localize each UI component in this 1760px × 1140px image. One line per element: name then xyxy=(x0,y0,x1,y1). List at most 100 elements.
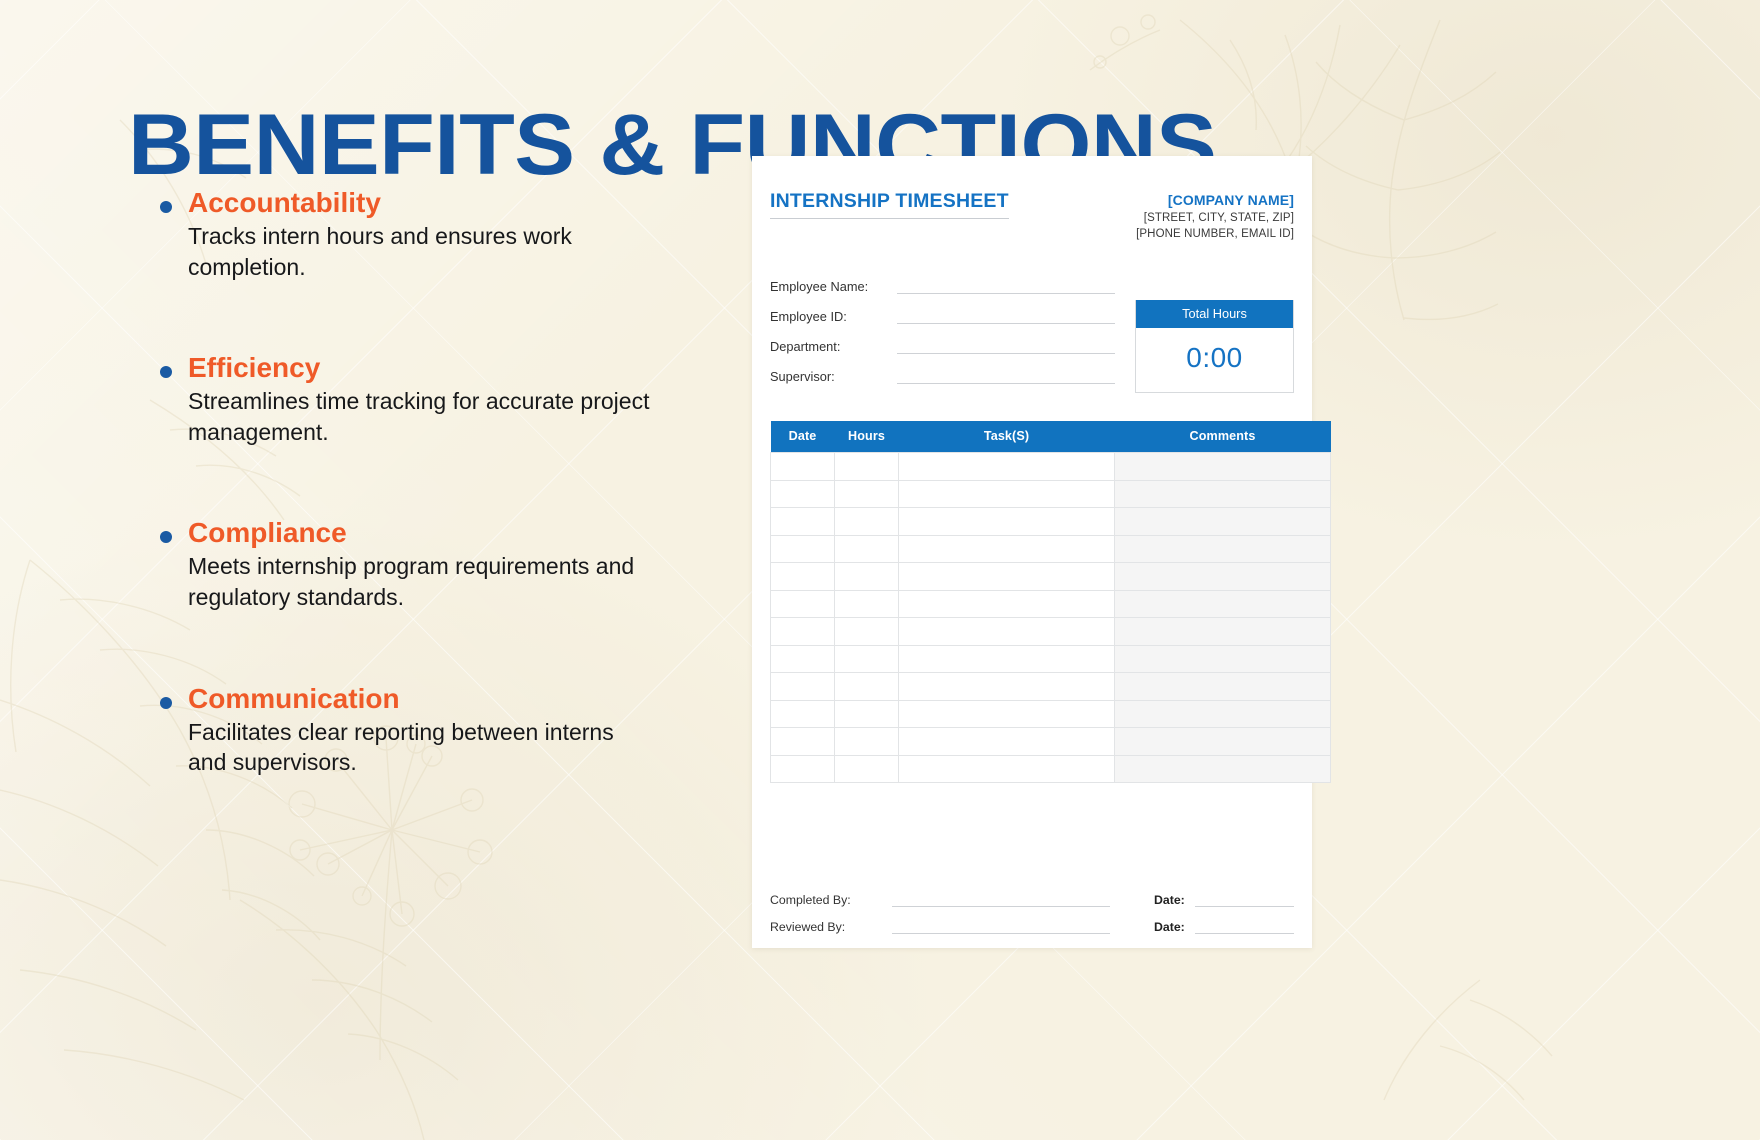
cell-hours[interactable] xyxy=(834,534,899,563)
cell-comments[interactable] xyxy=(1114,562,1331,591)
timesheet-footer: Completed By: Date: Reviewed By: Date: xyxy=(770,892,1294,934)
field-row-employee-name: Employee Name: xyxy=(770,278,1115,294)
employee-id-input[interactable] xyxy=(897,308,1115,324)
cell-task[interactable] xyxy=(898,507,1115,536)
cell-hours[interactable] xyxy=(834,699,899,728)
completed-by-row: Completed By: Date: xyxy=(770,892,1294,907)
field-row-department: Department: xyxy=(770,338,1115,354)
cell-date[interactable] xyxy=(770,727,835,756)
timesheet-header: INTERNSHIP TIMESHEET [COMPANY NAME] [STR… xyxy=(770,156,1294,240)
cell-date[interactable] xyxy=(770,754,835,783)
cell-hours[interactable] xyxy=(834,617,899,646)
field-row-supervisor: Supervisor: xyxy=(770,368,1115,384)
cell-comments[interactable] xyxy=(1114,644,1331,673)
column-header-date: Date xyxy=(770,421,835,453)
total-hours-box: Total Hours 0:00 xyxy=(1135,300,1294,393)
benefit-heading: Efficiency xyxy=(188,352,321,384)
cell-comments[interactable] xyxy=(1114,534,1331,563)
table-row xyxy=(770,507,1331,536)
cell-date[interactable] xyxy=(770,699,835,728)
cell-hours[interactable] xyxy=(834,507,899,536)
benefit-heading: Compliance xyxy=(188,517,347,549)
cell-task[interactable] xyxy=(898,617,1115,646)
cell-date[interactable] xyxy=(770,507,835,536)
cell-date[interactable] xyxy=(770,644,835,673)
employee-id-label: Employee ID: xyxy=(770,308,847,324)
cell-hours[interactable] xyxy=(834,672,899,701)
cell-task[interactable] xyxy=(898,452,1115,481)
reviewed-by-label: Reviewed By: xyxy=(770,920,846,934)
cell-date[interactable] xyxy=(770,479,835,508)
cell-task[interactable] xyxy=(898,644,1115,673)
cell-task[interactable] xyxy=(898,562,1115,591)
company-contact: [PHONE NUMBER, EMAIL ID] xyxy=(1136,228,1294,240)
cell-task[interactable] xyxy=(898,754,1115,783)
total-hours-value: 0:00 xyxy=(1186,342,1243,373)
cell-hours[interactable] xyxy=(834,452,899,481)
cell-comments[interactable] xyxy=(1114,617,1331,646)
field-row-employee-id: Employee ID: xyxy=(770,308,1115,324)
benefit-description: Meets internship program requirements an… xyxy=(188,553,635,610)
employee-name-label: Employee Name: xyxy=(770,278,869,294)
total-hours-label: Total Hours xyxy=(1136,300,1293,328)
employee-name-input[interactable] xyxy=(897,278,1115,294)
benefit-item-communication: Communication Facilitates clear reportin… xyxy=(160,682,760,778)
cell-comments[interactable] xyxy=(1114,452,1331,481)
cell-task[interactable] xyxy=(898,589,1115,618)
cell-comments[interactable] xyxy=(1114,754,1331,783)
benefit-item-accountability: Accountability Tracks intern hours and e… xyxy=(160,186,760,282)
table-row xyxy=(770,672,1331,701)
company-name: [COMPANY NAME] xyxy=(1167,192,1294,208)
bullet-icon xyxy=(160,201,172,213)
cell-hours[interactable] xyxy=(834,562,899,591)
cell-task[interactable] xyxy=(898,727,1115,756)
cell-hours[interactable] xyxy=(834,644,899,673)
cell-task[interactable] xyxy=(898,479,1115,508)
table-row xyxy=(770,534,1331,563)
department-label: Department: xyxy=(770,338,841,354)
cell-task[interactable] xyxy=(898,699,1115,728)
table-row xyxy=(770,452,1331,481)
reviewed-date-input[interactable] xyxy=(1194,919,1294,934)
reviewed-by-input[interactable] xyxy=(892,919,1110,934)
table-row xyxy=(770,479,1331,508)
department-input[interactable] xyxy=(897,338,1115,354)
timesheet-table: Date Hours Task(S) Comments xyxy=(770,421,1331,783)
completed-by-input[interactable] xyxy=(892,892,1110,907)
timesheet-title: INTERNSHIP TIMESHEET xyxy=(770,190,1009,219)
cell-date[interactable] xyxy=(770,672,835,701)
cell-comments[interactable] xyxy=(1114,479,1331,508)
slide-canvas: BENEFITS & FUNCTIONS Accountability Trac… xyxy=(0,0,1760,1140)
cell-comments[interactable] xyxy=(1114,589,1331,618)
table-row xyxy=(770,727,1331,756)
cell-date[interactable] xyxy=(770,589,835,618)
supervisor-label: Supervisor: xyxy=(770,368,835,384)
table-row xyxy=(770,644,1331,673)
company-address: [STREET, CITY, STATE, ZIP] xyxy=(1143,212,1294,224)
table-header-row: Date Hours Task(S) Comments xyxy=(770,421,1331,453)
cell-date[interactable] xyxy=(770,562,835,591)
cell-hours[interactable] xyxy=(834,589,899,618)
cell-comments[interactable] xyxy=(1114,672,1331,701)
cell-date[interactable] xyxy=(770,534,835,563)
cell-comments[interactable] xyxy=(1114,507,1331,536)
cell-hours[interactable] xyxy=(834,754,899,783)
cell-date[interactable] xyxy=(770,617,835,646)
benefit-description: Streamlines time tracking for accurate p… xyxy=(188,388,650,445)
cell-task[interactable] xyxy=(898,534,1115,563)
cell-comments[interactable] xyxy=(1114,699,1331,728)
bullet-icon xyxy=(160,696,172,709)
cell-comments[interactable] xyxy=(1114,727,1331,756)
table-row xyxy=(770,754,1331,783)
company-info-block: [COMPANY NAME] [STREET, CITY, STATE, ZIP… xyxy=(1136,190,1294,240)
bullet-icon xyxy=(160,531,172,544)
cell-date[interactable] xyxy=(770,452,835,481)
reviewed-by-row: Reviewed By: Date: xyxy=(770,919,1294,934)
completed-date-input[interactable] xyxy=(1194,892,1294,907)
cell-hours[interactable] xyxy=(834,727,899,756)
supervisor-input[interactable] xyxy=(897,368,1115,384)
employee-fields-group: Employee Name: Employee ID: Department: … xyxy=(770,278,1115,384)
cell-hours[interactable] xyxy=(834,479,899,508)
benefit-description: Tracks intern hours and ensures work com… xyxy=(188,223,572,280)
cell-task[interactable] xyxy=(898,672,1115,701)
